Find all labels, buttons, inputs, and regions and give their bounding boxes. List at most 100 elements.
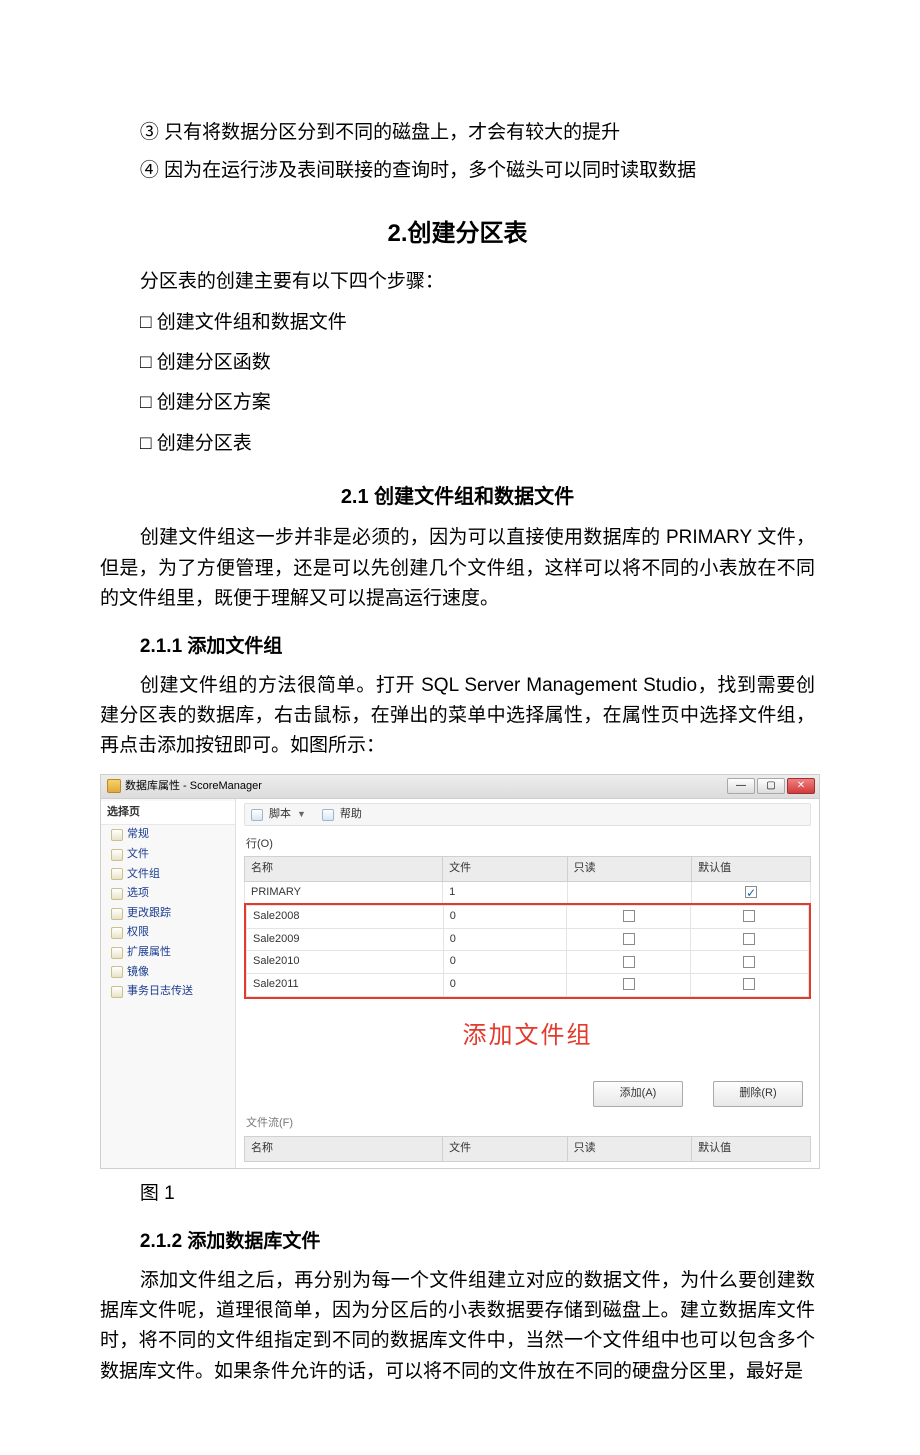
content-pane: 脚本 ▼ 帮助 行(O) 名称 文件 只读 默认值 PRIMARY bbox=[236, 799, 819, 1168]
cell-default bbox=[692, 881, 811, 904]
sidebar-item-general[interactable]: 常规 bbox=[101, 825, 235, 845]
delete-button[interactable]: 删除(R) bbox=[713, 1081, 803, 1107]
checkbox[interactable] bbox=[743, 978, 755, 990]
sidebar-label: 常规 bbox=[127, 826, 149, 844]
add-button[interactable]: 添加(A) bbox=[593, 1081, 683, 1107]
cell-default bbox=[690, 974, 808, 997]
checkbox[interactable] bbox=[743, 956, 755, 968]
checkbox[interactable] bbox=[743, 933, 755, 945]
checkbox[interactable] bbox=[623, 933, 635, 945]
sidebar-item-files[interactable]: 文件 bbox=[101, 845, 235, 865]
step-text: 创建分区方案 bbox=[157, 392, 271, 413]
heading-2-1: 2.1 创建文件组和数据文件 bbox=[100, 481, 815, 513]
maximize-button[interactable]: ▢ bbox=[757, 778, 785, 794]
cell-readonly bbox=[567, 974, 691, 997]
table-header: 名称 文件 只读 默认值 bbox=[245, 1137, 811, 1162]
checkbox[interactable] bbox=[623, 978, 635, 990]
sidebar-label: 选项 bbox=[127, 885, 149, 903]
rows-section-label: 行(O) bbox=[244, 832, 811, 856]
sidebar: 选择页 常规 文件 文件组 选项 更改跟踪 权限 扩展属性 镜像 事务日志传送 bbox=[101, 799, 236, 1168]
button-row: 添加(A) 删除(R) bbox=[244, 1073, 811, 1113]
step-text: 创建文件组和数据文件 bbox=[157, 312, 347, 333]
toolbar: 脚本 ▼ 帮助 bbox=[244, 803, 811, 827]
cell-readonly bbox=[567, 881, 692, 904]
cell-readonly bbox=[567, 928, 691, 951]
checkbox[interactable] bbox=[623, 956, 635, 968]
dropdown-icon[interactable]: ▼ bbox=[297, 807, 306, 821]
sidebar-item-options[interactable]: 选项 bbox=[101, 884, 235, 904]
minimize-icon: — bbox=[736, 781, 746, 791]
highlight-box: Sale2008 0 Sale2009 0 Sale2010 bbox=[244, 903, 811, 998]
steps-intro: 分区表的创建主要有以下四个步骤： bbox=[100, 267, 815, 297]
sidebar-item-logshipping[interactable]: 事务日志传送 bbox=[101, 982, 235, 1002]
filestream-label: 文件流(F) bbox=[244, 1113, 811, 1137]
sidebar-item-permissions[interactable]: 权限 bbox=[101, 923, 235, 943]
table-row[interactable]: Sale2008 0 bbox=[247, 906, 809, 929]
page-icon bbox=[111, 829, 123, 841]
page-icon bbox=[111, 908, 123, 920]
table-row[interactable]: Sale2009 0 bbox=[247, 928, 809, 951]
titlebar: 数据库属性 - ScoreManager — ▢ ✕ bbox=[101, 775, 819, 799]
sidebar-label: 权限 bbox=[127, 924, 149, 942]
window-buttons: — ▢ ✕ bbox=[727, 778, 815, 794]
step-item: □ 创建分区方案 bbox=[140, 388, 815, 418]
sidebar-label: 镜像 bbox=[127, 964, 149, 982]
cell-name: Sale2008 bbox=[247, 906, 444, 929]
cell-name: Sale2009 bbox=[247, 928, 444, 951]
cell-readonly bbox=[567, 951, 691, 974]
cell-default bbox=[690, 906, 808, 929]
cell-default bbox=[690, 928, 808, 951]
step-text: 创建分区表 bbox=[157, 433, 252, 454]
sidebar-label: 更改跟踪 bbox=[127, 905, 171, 923]
screenshot-dialog: 数据库属性 - ScoreManager — ▢ ✕ 选择页 常规 文件 文件组… bbox=[100, 774, 820, 1169]
heading-2-1-1: 2.1.1 添加文件组 bbox=[100, 632, 815, 662]
filegroup-table: 名称 文件 只读 默认值 PRIMARY 1 bbox=[244, 856, 811, 904]
titlebar-left: 数据库属性 - ScoreManager bbox=[107, 778, 262, 796]
filestream-table: 名称 文件 只读 默认值 bbox=[244, 1136, 811, 1162]
checkbox[interactable] bbox=[743, 910, 755, 922]
heading-2-1-2: 2.1.2 添加数据库文件 bbox=[100, 1227, 815, 1257]
para-2-1: 创建文件组这一步并非是必须的，因为可以直接使用数据库的 PRIMARY 文件，但… bbox=[100, 523, 815, 614]
cell-name: Sale2010 bbox=[247, 951, 444, 974]
dialog-body: 选择页 常规 文件 文件组 选项 更改跟踪 权限 扩展属性 镜像 事务日志传送 … bbox=[101, 799, 819, 1168]
script-button[interactable]: 脚本 bbox=[269, 806, 291, 824]
document-page: ③ 只有将数据分区分到不同的磁盘上，才会有较大的提升 ④ 因为在运行涉及表间联接… bbox=[0, 0, 920, 1455]
sidebar-item-filegroups[interactable]: 文件组 bbox=[101, 865, 235, 885]
th-default: 默认值 bbox=[692, 857, 811, 882]
th-readonly: 只读 bbox=[567, 857, 692, 882]
minimize-button[interactable]: — bbox=[727, 778, 755, 794]
cell-files: 0 bbox=[443, 906, 567, 929]
th-files: 文件 bbox=[443, 857, 568, 882]
table-row[interactable]: PRIMARY 1 bbox=[245, 881, 811, 904]
checkbox[interactable] bbox=[623, 910, 635, 922]
maximize-icon: ▢ bbox=[766, 781, 775, 791]
sidebar-item-mirror[interactable]: 镜像 bbox=[101, 963, 235, 983]
step-text: 创建分区函数 bbox=[157, 352, 271, 373]
cell-files: 0 bbox=[443, 928, 567, 951]
close-button[interactable]: ✕ bbox=[787, 778, 815, 794]
th-name: 名称 bbox=[245, 857, 443, 882]
page-icon bbox=[111, 849, 123, 861]
callout-text: 添加文件组 bbox=[244, 999, 811, 1073]
table-row[interactable]: Sale2010 0 bbox=[247, 951, 809, 974]
table-row[interactable]: Sale2011 0 bbox=[247, 974, 809, 997]
window-title: 数据库属性 - ScoreManager bbox=[125, 778, 262, 796]
script-icon bbox=[251, 809, 263, 821]
checkbox[interactable] bbox=[745, 886, 757, 898]
cell-name: Sale2011 bbox=[247, 974, 444, 997]
sidebar-item-extended[interactable]: 扩展属性 bbox=[101, 943, 235, 963]
cell-files: 1 bbox=[443, 881, 568, 904]
cell-files: 0 bbox=[443, 974, 567, 997]
page-icon bbox=[111, 888, 123, 900]
bullet-4: ④ 因为在运行涉及表间联接的查询时，多个磁头可以同时读取数据 bbox=[100, 156, 815, 186]
figure-caption: 图 1 bbox=[100, 1179, 815, 1209]
sidebar-label: 事务日志传送 bbox=[127, 983, 193, 1001]
db-icon bbox=[107, 779, 121, 793]
help-icon bbox=[322, 809, 334, 821]
filegroup-table-added: Sale2008 0 Sale2009 0 Sale2010 bbox=[246, 905, 809, 996]
help-button[interactable]: 帮助 bbox=[340, 806, 362, 824]
page-icon bbox=[111, 868, 123, 880]
page-icon bbox=[111, 927, 123, 939]
table-header: 名称 文件 只读 默认值 bbox=[245, 857, 811, 882]
sidebar-item-changetracking[interactable]: 更改跟踪 bbox=[101, 904, 235, 924]
